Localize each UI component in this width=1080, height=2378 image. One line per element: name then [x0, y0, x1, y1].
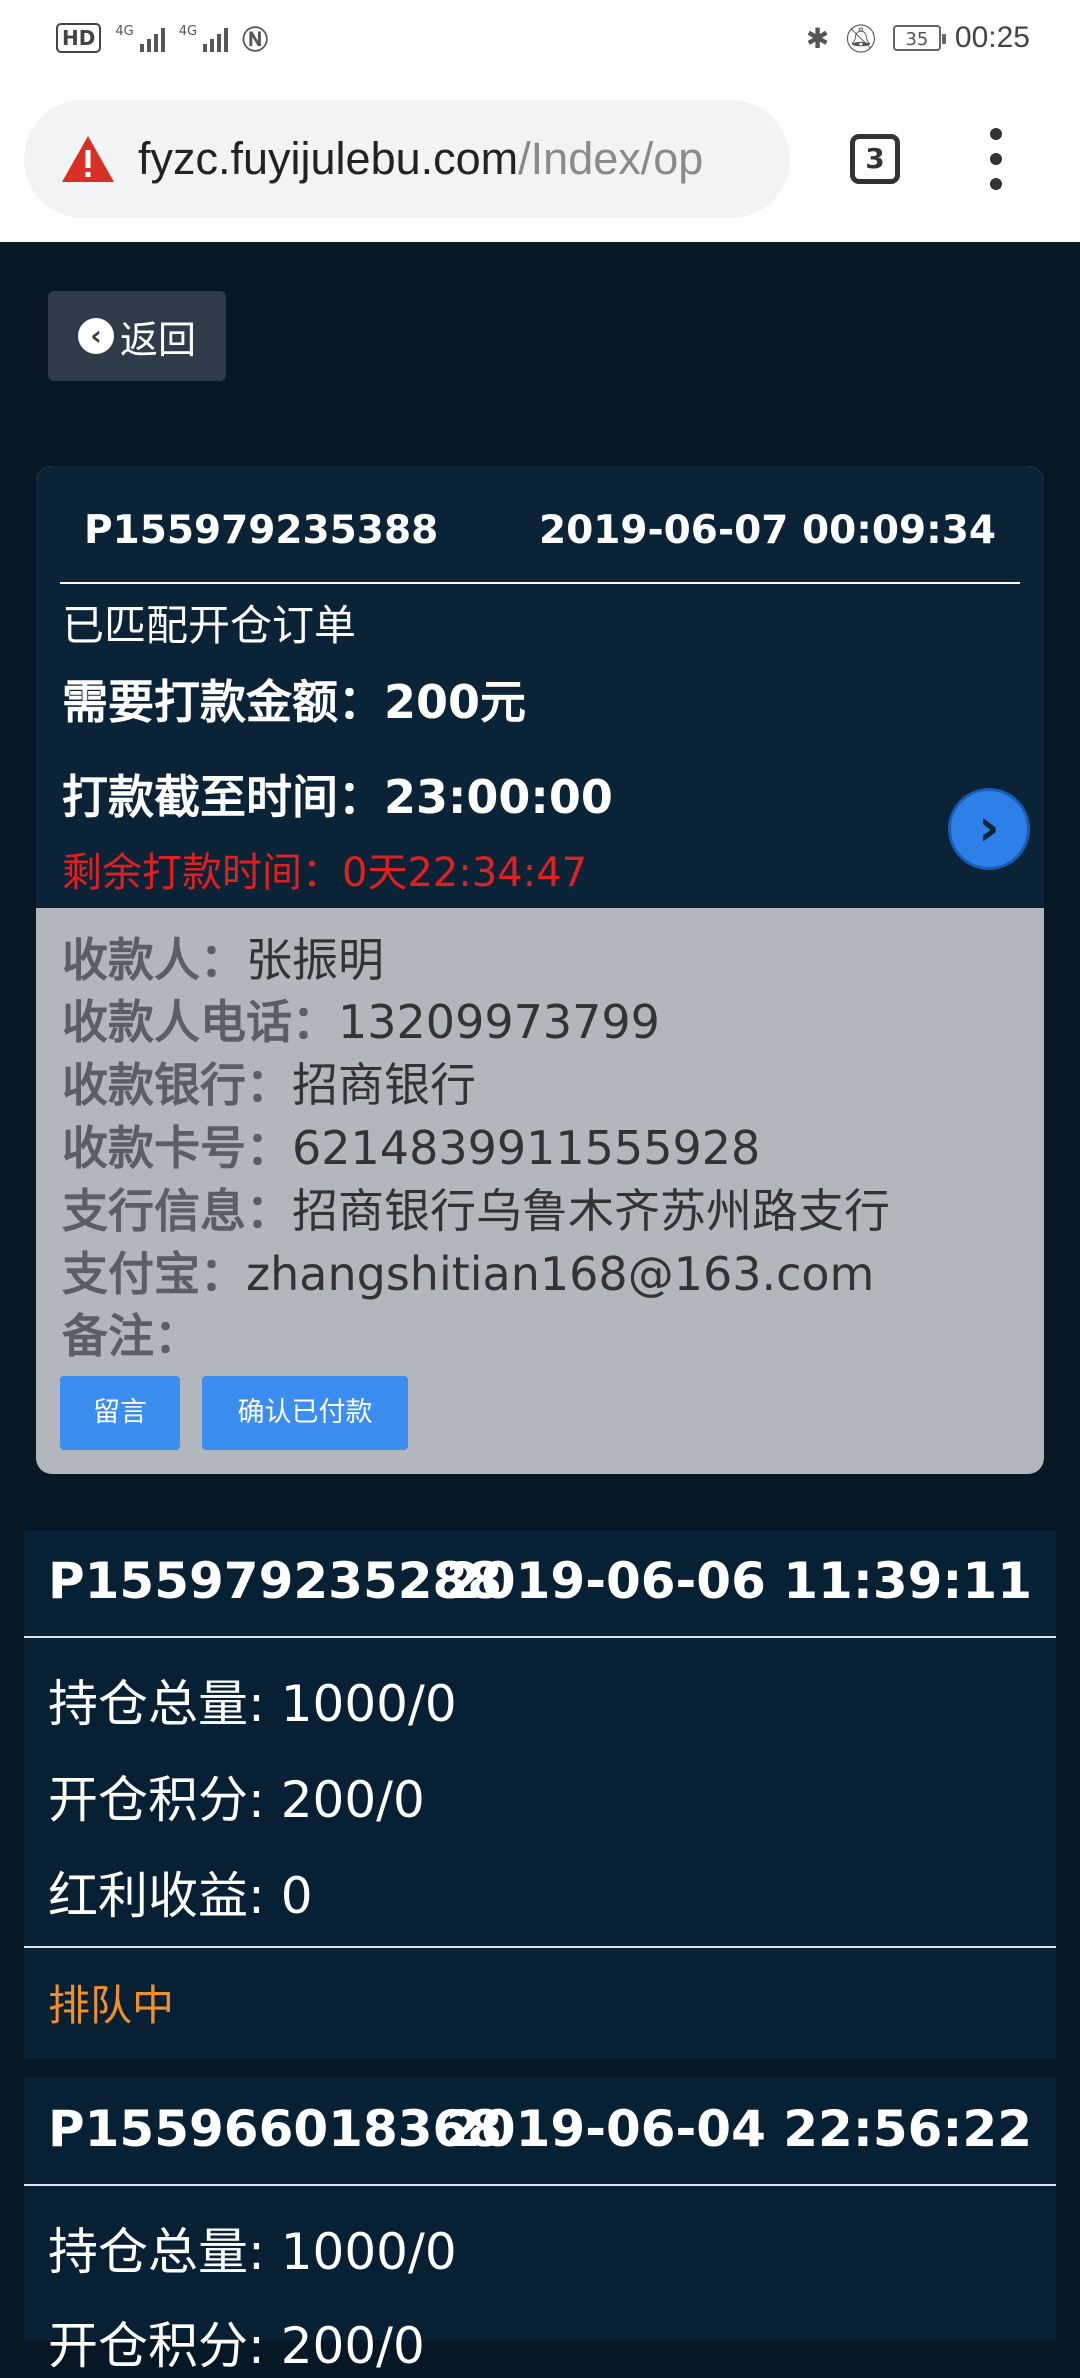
opening-points: 开仓积分: 200/0 [48, 1771, 425, 1829]
order-id: P155979235388 [84, 508, 439, 553]
payee-branch-row: 支行信息：招商银行乌鲁木齐苏州路支行 [62, 1184, 890, 1238]
status-badge: 排队中 [48, 1981, 175, 2030]
order-card[interactable]: P155966018368 2019-06-04 22:56:22 持仓总量: … [24, 2078, 1056, 2375]
clock: 00:25 [954, 21, 1030, 54]
order-datetime: 2019-06-06 11:39:11 [446, 1552, 1032, 1610]
matched-order-card: P155979235388 2019-06-07 00:09:34 已匹配开仓订… [36, 466, 1044, 1474]
signal-icon-2: 4G [179, 24, 229, 52]
mute-icon: 🔕︎ [843, 21, 879, 55]
warning-icon[interactable] [60, 134, 116, 184]
order-id: P155966018368 [48, 2100, 503, 2158]
chevron-left-icon: ‹ [77, 318, 114, 354]
payee-alipay-row: 支付宝：zhangshitian168@163.com [62, 1247, 875, 1301]
order-card[interactable]: P155979235288 2019-06-06 11:39:11 持仓总量: … [24, 1530, 1056, 2058]
order-header: P155979235288 2019-06-06 11:39:11 [24, 1530, 1056, 1640]
order-datetime: 2019-06-07 00:09:34 [538, 508, 996, 553]
payee-bank-row: 收款银行：招商银行 [62, 1058, 476, 1112]
remaining-time: 剩余打款时间：0天22:34:47 [62, 850, 588, 896]
battery-icon: 35 [892, 25, 946, 51]
opening-points: 开仓积分: 200/0 [48, 2317, 425, 2375]
order-datetime: 2019-06-04 22:56:22 [446, 2100, 1032, 2158]
nfc-icon: Ⓝ [242, 25, 269, 56]
divider [60, 582, 1020, 584]
message-button[interactable]: 留言 [60, 1376, 180, 1450]
bluetooth-icon: ✱ [805, 21, 830, 55]
payee-phone-row: 收款人电话：13209973799 [62, 995, 660, 1049]
payee-card-row: 收款卡号：6214839911555928 [62, 1121, 761, 1175]
order-header: P155966018368 2019-06-04 22:56:22 [24, 2078, 1056, 2188]
holding-total: 持仓总量: 1000/0 [48, 1675, 457, 1733]
divider [24, 1946, 1056, 1948]
signal-icon: 4G [115, 24, 165, 52]
holding-total: 持仓总量: 1000/0 [48, 2223, 457, 2281]
payment-deadline: 打款截至时间：23:00:00 [62, 770, 613, 824]
confirm-paid-button[interactable]: 确认已付款 [202, 1376, 408, 1450]
matched-order-header: P155979235388 2019-06-07 00:09:34 已匹配开仓订… [36, 466, 1044, 908]
payee-name-row: 收款人：张振明 [62, 933, 384, 987]
tab-switcher-button[interactable]: 3 [850, 134, 900, 184]
more-menu-icon[interactable] [988, 128, 1004, 190]
order-id: P155979235288 [48, 1552, 503, 1610]
back-button[interactable]: ‹ 返回 [48, 291, 226, 381]
chevron-right-icon[interactable]: › [948, 788, 1030, 870]
divider [24, 1636, 1056, 1638]
dividend-income: 红利收益: 0 [48, 1867, 313, 1925]
url-text[interactable]: fyzc.fuyijulebu.com/Index/op [138, 134, 703, 184]
order-status: 已匹配开仓订单 [62, 601, 357, 650]
payment-amount: 需要打款金额：200元 [62, 675, 527, 729]
hd-indicator: HD [56, 23, 102, 53]
back-label: 返回 [119, 317, 196, 362]
status-bar: HD 4G 4G Ⓝ ✱ 🔕︎ 35 00:25 [0, 0, 1080, 80]
divider [24, 2184, 1056, 2186]
payee-note-row: 备注： [62, 1309, 200, 1363]
browser-toolbar: fyzc.fuyijulebu.com/Index/op 3 [0, 80, 1080, 242]
address-bar[interactable]: fyzc.fuyijulebu.com/Index/op [24, 100, 790, 218]
